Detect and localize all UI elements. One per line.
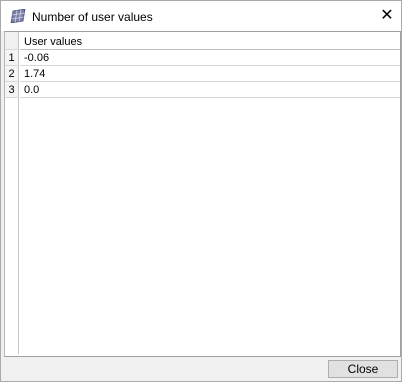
table-panel: User values 1 -0.06 2 1.74 3 0.0 (4, 31, 401, 357)
table-header-row: User values (5, 32, 400, 50)
table-row[interactable]: 1 -0.06 (5, 50, 400, 66)
dialog-window: Number of user values ✕ User values 1 -0… (0, 0, 402, 382)
value-cell[interactable]: -0.06 (20, 50, 400, 66)
close-icon[interactable]: ✕ (373, 6, 401, 26)
row-header-strip (5, 98, 19, 354)
title-bar: Number of user values ✕ (1, 1, 401, 31)
table-row[interactable]: 3 0.0 (5, 82, 400, 98)
close-button[interactable]: Close (328, 360, 398, 378)
corner-cell[interactable] (5, 32, 19, 50)
grid-app-icon (10, 8, 26, 24)
row-number[interactable]: 2 (5, 66, 19, 82)
column-header-user-values[interactable]: User values (20, 32, 400, 50)
row-number[interactable]: 1 (5, 50, 19, 66)
table-row[interactable]: 2 1.74 (5, 66, 400, 82)
dialog-footer: Close (1, 357, 401, 381)
value-cell[interactable]: 0.0 (20, 82, 400, 98)
window-title: Number of user values (32, 10, 153, 24)
value-cell[interactable]: 1.74 (20, 66, 400, 82)
row-number[interactable]: 3 (5, 82, 19, 98)
